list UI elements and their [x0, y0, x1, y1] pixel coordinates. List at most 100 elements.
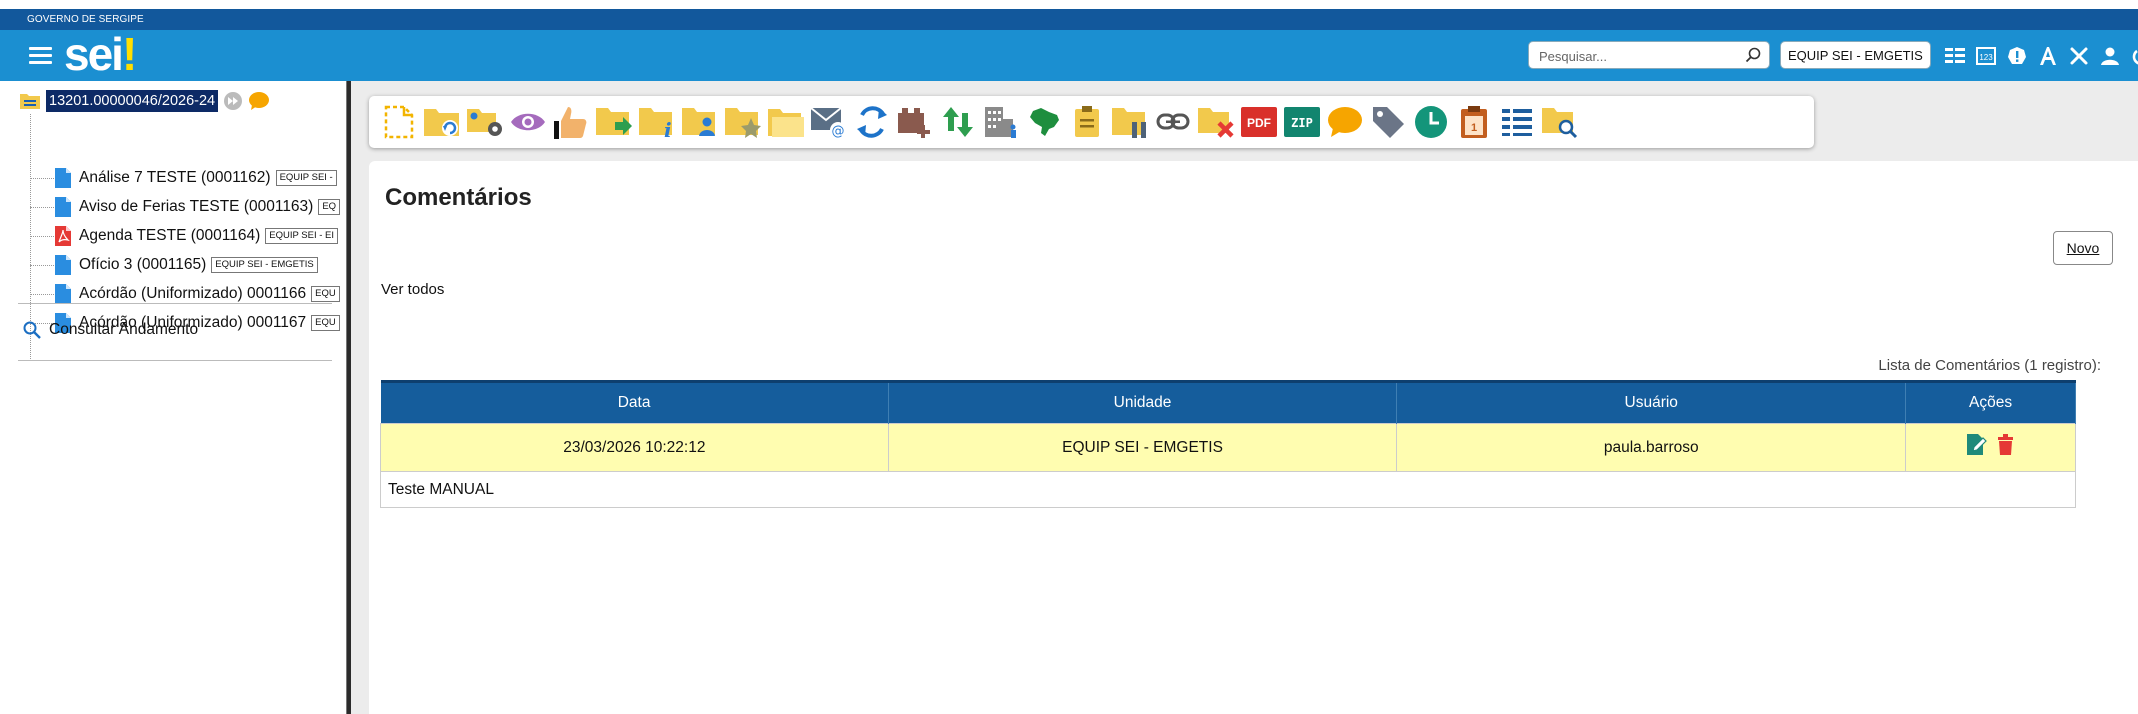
delete-icon[interactable]: [1997, 434, 2014, 456]
pdf-icon[interactable]: PDF: [1239, 102, 1279, 142]
list-view-icon[interactable]: [1497, 102, 1537, 142]
user-icon[interactable]: [2099, 45, 2121, 67]
add-block-icon[interactable]: [895, 102, 935, 142]
list-icon[interactable]: [1944, 45, 1966, 67]
column-header-data: Data: [380, 380, 889, 424]
document-label[interactable]: Acórdão (Uniformizado) 0001166: [79, 285, 306, 303]
svg-text:123: 123: [1979, 53, 1993, 62]
document-label[interactable]: Aviso de Ferias TESTE (0001163): [79, 198, 313, 216]
related-processes-icon[interactable]: [766, 102, 806, 142]
document-item[interactable]: Aviso de Ferias TESTE (0001163) EQ: [30, 196, 346, 218]
suspend-icon[interactable]: [1110, 102, 1150, 142]
power-icon[interactable]: [2130, 45, 2138, 67]
clock-icon[interactable]: [1411, 102, 1451, 142]
document-unit-badge: EQUIP SEI - EI: [265, 228, 339, 244]
comments-table: Data Unidade Usuário Ações 23/03/2026 10…: [380, 380, 2076, 508]
svg-text:PDF: PDF: [1247, 116, 1271, 130]
menu-icon[interactable]: [29, 47, 52, 64]
process-number[interactable]: 13201.00000046/2026-24: [46, 90, 219, 112]
header-icons: 123: [1944, 42, 2138, 70]
consultar-andamento-label[interactable]: Consultar Andamento: [49, 321, 198, 339]
app-header: sei! EQUIP SEI - EMGETIS 123: [0, 30, 2138, 81]
sei-logo[interactable]: sei!: [64, 30, 137, 78]
organization-icon[interactable]: [981, 102, 1021, 142]
attention-icon[interactable]: [551, 102, 591, 142]
send-process-icon[interactable]: [594, 102, 634, 142]
search-icon[interactable]: [1745, 47, 1761, 63]
sort-icon[interactable]: [938, 102, 978, 142]
document-icon: [55, 197, 71, 217]
table-row: 23/03/2026 10:22:12 EQUIP SEI - EMGETIS …: [380, 423, 2076, 472]
reopen-process-icon[interactable]: [422, 102, 462, 142]
svg-text:ZIP: ZIP: [1291, 116, 1313, 130]
ver-todos-link[interactable]: Ver todos: [381, 281, 444, 298]
link-icon[interactable]: [1153, 102, 1193, 142]
government-label: GOVERNO DE SERGIPE: [27, 14, 144, 25]
document-unit-badge: EQ: [318, 199, 341, 215]
folder-open-icon[interactable]: [19, 92, 41, 110]
document-item[interactable]: Agenda TESTE (0001164) EQUIP SEI - EI: [30, 225, 346, 247]
fast-forward-icon[interactable]: [223, 91, 243, 111]
document-label[interactable]: Análise 7 TESTE (0001162): [79, 169, 271, 187]
tag-icon[interactable]: [1368, 102, 1408, 142]
column-header-usuario: Usuário: [1396, 380, 1907, 424]
new-document-icon[interactable]: [379, 102, 419, 142]
edit-icon[interactable]: [1967, 434, 1987, 456]
comment-icon[interactable]: [248, 91, 270, 111]
cell-acoes: [1905, 423, 2076, 472]
keypad-icon[interactable]: 123: [1975, 45, 1997, 67]
tools-icon[interactable]: [2068, 45, 2090, 67]
font-size-icon[interactable]: [2037, 45, 2059, 67]
unit-selector[interactable]: EQUIP SEI - EMGETIS: [1780, 41, 1931, 69]
separator: [18, 360, 332, 361]
view-icon[interactable]: [508, 102, 548, 142]
zip-icon[interactable]: ZIP: [1282, 102, 1322, 142]
cell-unidade: EQUIP SEI - EMGETIS: [887, 423, 1398, 472]
column-header-unidade: Unidade: [888, 380, 1398, 424]
government-bar: GOVERNO DE SERGIPE: [0, 0, 2138, 30]
table-caption: Lista de Comentários (1 registro):: [1878, 357, 2101, 374]
document-label[interactable]: Ofício 3 (0001165): [79, 256, 206, 274]
cancel-process-icon[interactable]: [1196, 102, 1236, 142]
column-header-acoes: Ações: [1905, 380, 2076, 424]
cell-usuario: paula.barroso: [1396, 423, 1907, 472]
search-input[interactable]: [1539, 46, 1739, 66]
process-settings-icon[interactable]: [465, 102, 505, 142]
consultar-andamento-link[interactable]: Consultar Andamento: [23, 321, 198, 339]
comment-icon[interactable]: [1325, 102, 1365, 142]
email-icon[interactable]: @: [809, 102, 849, 142]
document-unit-badge: EQUIP SEI - EMGETIS: [211, 257, 318, 273]
assign-process-icon[interactable]: [680, 102, 720, 142]
page-title: Comentários: [385, 184, 532, 211]
document-unit-badge: EQUIP SEI -: [275, 170, 337, 186]
cell-data: 23/03/2026 10:22:12: [380, 423, 889, 472]
cell-comentario: Teste MANUAL: [380, 471, 2076, 508]
document-label[interactable]: Agenda TESTE (0001164): [79, 227, 260, 245]
alert-icon[interactable]: [2006, 45, 2028, 67]
document-item[interactable]: Análise 7 TESTE (0001162) EQUIP SEI -: [30, 167, 346, 189]
separator: [18, 303, 332, 304]
process-toolbar: i @ PDF ZIP 1: [369, 96, 1814, 148]
document-icon: [55, 168, 71, 188]
novo-button[interactable]: Novo: [2053, 231, 2113, 265]
process-node: 13201.00000046/2026-24: [19, 90, 270, 112]
svg-text:i: i: [664, 118, 672, 139]
brazil-map-icon[interactable]: [1024, 102, 1064, 142]
search-folder-icon[interactable]: [1540, 102, 1580, 142]
search-icon: [23, 321, 41, 339]
document-unit-badge: EQU: [311, 315, 340, 331]
clipboard-icon[interactable]: 1: [1454, 102, 1494, 142]
search-box: [1528, 41, 1770, 69]
document-item[interactable]: Acórdão (Uniformizado) 0001166 EQU: [30, 283, 346, 305]
process-info-icon[interactable]: i: [637, 102, 677, 142]
relationship-icon[interactable]: [852, 102, 892, 142]
note-icon[interactable]: [1067, 102, 1107, 142]
svg-text:@: @: [832, 124, 845, 139]
document-icon: [55, 284, 71, 304]
document-icon: [55, 255, 71, 275]
document-item[interactable]: Ofício 3 (0001165) EQUIP SEI - EMGETIS: [30, 254, 346, 276]
table-row: Teste MANUAL: [380, 471, 2076, 508]
document-unit-badge: EQU: [311, 286, 340, 302]
follow-up-icon[interactable]: [723, 102, 763, 142]
main-area: i @ PDF ZIP 1 Comentários Novo Ver todos…: [351, 81, 2138, 714]
